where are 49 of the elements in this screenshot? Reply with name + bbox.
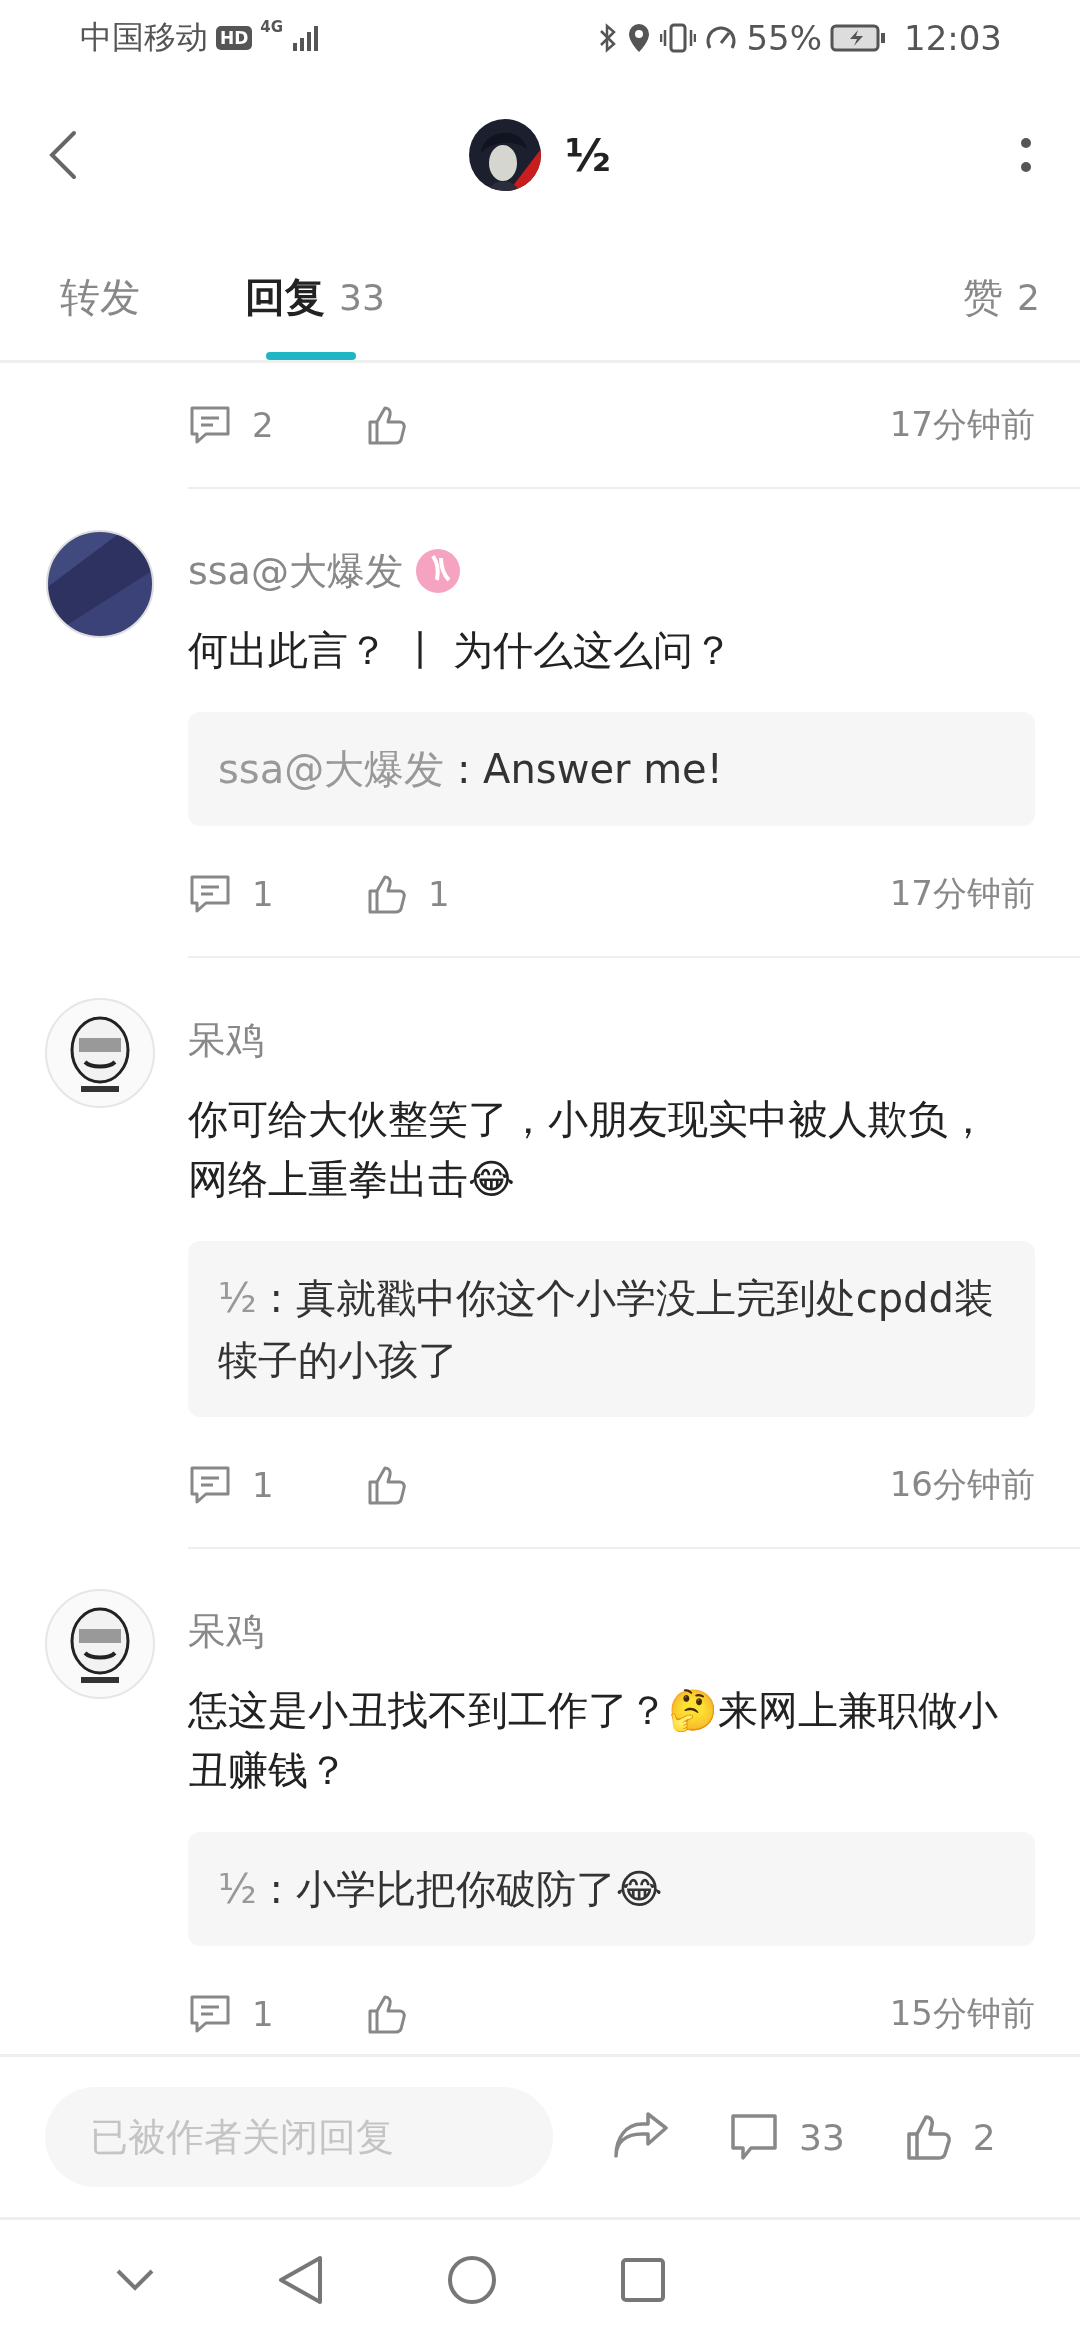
timestamp: 15分钟前 — [889, 1992, 1035, 2035]
more-icon[interactable] — [1020, 137, 1032, 173]
battery-icon — [830, 22, 886, 53]
user-name[interactable]: ssa@大爆发 — [188, 545, 403, 597]
thumbs-up-icon[interactable] — [366, 1464, 408, 1506]
home-icon[interactable] — [447, 2255, 497, 2305]
comment-icon[interactable] — [188, 1464, 232, 1506]
comment-icon[interactable] — [729, 2112, 779, 2162]
comment-text: 何出此言？ 丨 为什么这么问？ — [188, 626, 735, 675]
collapse-icon[interactable] — [115, 2268, 155, 2292]
thumbs-up-icon[interactable] — [366, 404, 408, 446]
comment-text: 恁这是小丑找不到工作了？🤔来网上兼职做小丑赚钱？ — [188, 1686, 999, 1795]
signal-icon — [291, 24, 320, 51]
user-badge-icon — [414, 548, 461, 594]
carrier-name: 中国移动 — [80, 16, 208, 58]
comment-icon[interactable] — [188, 404, 232, 446]
quoted-reply[interactable]: ½ : 小学比把你破防了😂 — [188, 1832, 1035, 1946]
user-name[interactable]: 呆鸡 — [188, 1014, 264, 1066]
reply-count: 1 — [252, 1465, 274, 1505]
thumbs-up-icon[interactable] — [366, 1993, 408, 2035]
comment-count: 33 — [799, 2116, 845, 2158]
reply-count: 1 — [252, 874, 274, 914]
thumbs-up-icon[interactable] — [366, 873, 408, 915]
page-title: ½ — [565, 129, 611, 181]
user-name[interactable]: 呆鸡 — [188, 1605, 264, 1657]
comment-icon[interactable] — [188, 1993, 232, 2035]
timestamp: 17分钟前 — [889, 872, 1035, 915]
comment-text: 你可给大伙整笑了，小朋友现实中被人欺负，网络上重拳出击😂 — [188, 1095, 989, 1204]
tab[interactable]: 转发 — [60, 235, 140, 360]
tab[interactable]: 赞 2 — [963, 235, 1040, 360]
clock-time: 12:03 — [904, 17, 1002, 58]
quoted-reply[interactable]: ssa@大爆发 : Answer me! — [188, 712, 1035, 826]
quoted-reply[interactable]: ½ : 真就戳中你这个小学没上完到处cpdd装犊子的小孩了 — [188, 1241, 1035, 1417]
thumbs-up-icon[interactable] — [904, 2112, 953, 2162]
vibrate-icon — [660, 21, 697, 54]
hd-badge: HD — [216, 25, 253, 50]
reply-count: 2 — [252, 405, 274, 445]
network-type: 4G — [260, 18, 284, 36]
recents-icon[interactable] — [620, 2257, 666, 2303]
timestamp: 16分钟前 — [889, 1463, 1035, 1506]
back-icon[interactable] — [48, 130, 78, 180]
comment-icon[interactable] — [188, 873, 232, 915]
tab[interactable]: 回复 33 — [245, 235, 385, 360]
reply-count: 1 — [252, 1994, 274, 2034]
timestamp: 17分钟前 — [889, 403, 1035, 446]
like-count: 1 — [428, 874, 450, 914]
battery-percent: 55% — [746, 17, 822, 58]
like-count: 2 — [972, 2116, 996, 2158]
back-icon[interactable] — [278, 2255, 324, 2305]
